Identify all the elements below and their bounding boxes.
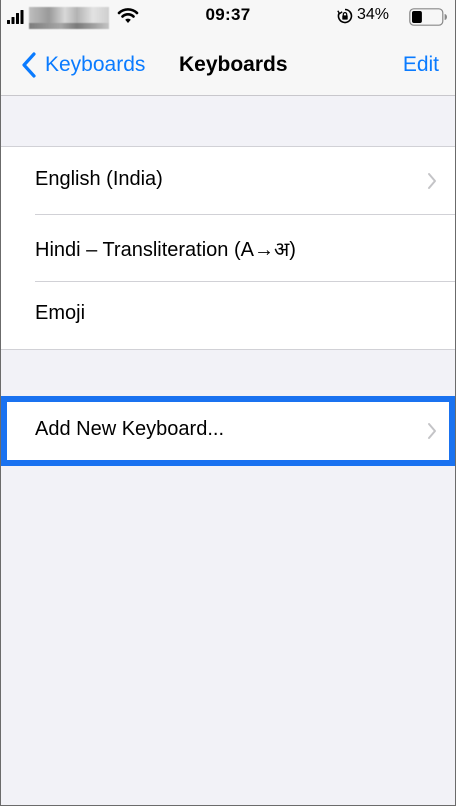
chevron-right-icon [428,173,436,189]
keyboard-label: Hindi – Transliteration (A→अ) [35,239,296,261]
add-new-keyboard-button[interactable]: Add New Keyboard... [7,402,449,460]
keyboard-row-english-india[interactable]: English (India) [1,147,455,214]
battery-percent: 34% [357,6,390,23]
rotation-lock-icon [337,8,353,24]
chevron-right-icon [428,423,436,439]
keyboard-label: English (India) [35,168,163,190]
back-button-label: Keyboards [45,53,146,76]
keyboard-label: Emoji [35,302,86,324]
keyboard-row-hindi-transliteration[interactable]: Hindi – Transliteration (A→अ) [1,214,455,281]
keyboards-list: English (India) Hindi – Transliteration … [1,146,455,350]
settings-screen: 09:37 34% Keyboards Keyboards Edit Engli… [0,0,456,806]
chevron-left-icon [22,52,36,78]
add-keyboard-group: Add New Keyboard... [1,396,455,466]
navigation-bar: Keyboards Keyboards Edit [1,34,455,96]
status-bar: 09:37 34% [1,0,455,34]
back-button[interactable]: Keyboards [21,50,145,80]
keyboard-row-emoji[interactable]: Emoji [1,281,455,348]
battery-icon [409,8,447,26]
add-new-keyboard-label: Add New Keyboard... [35,418,224,440]
edit-button[interactable]: Edit [403,53,439,77]
page-title: Keyboards [179,53,288,76]
